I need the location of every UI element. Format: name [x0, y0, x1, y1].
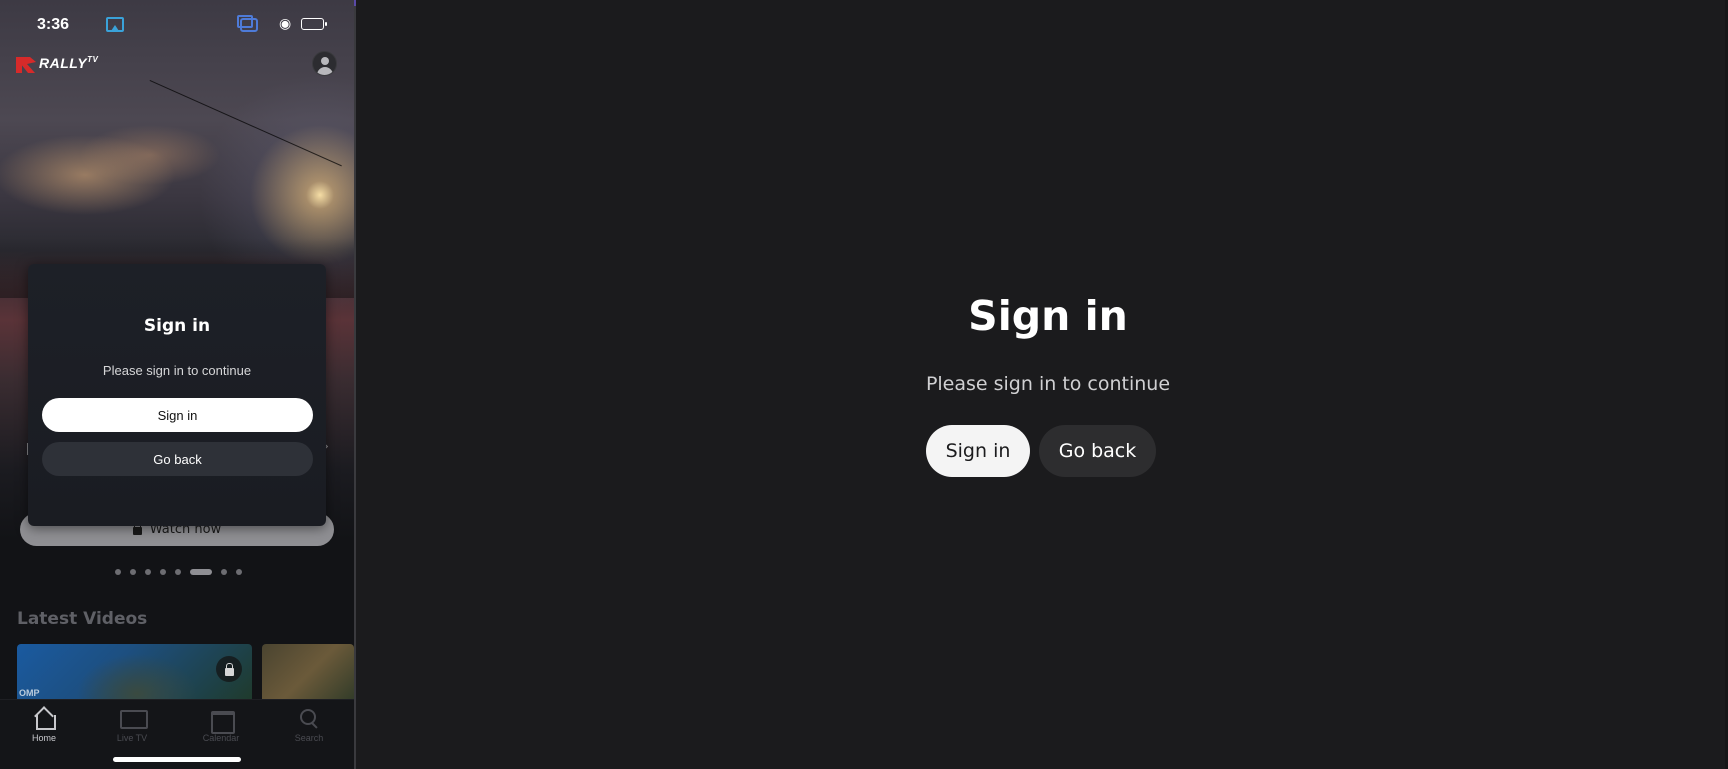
screen: 3:36 ◉ RALLYTV Watch now Latest Videos O…	[0, 0, 1728, 769]
tab-label: Calendar	[202, 733, 240, 743]
home-icon	[34, 708, 56, 730]
battery-charging-icon	[301, 18, 327, 30]
video-thumbnail[interactable]	[262, 644, 354, 704]
sign-in-button[interactable]: Sign in	[42, 398, 313, 432]
sign-in-button[interactable]: Sign in	[926, 425, 1030, 477]
rally-tv-logo[interactable]: RALLYTV	[16, 52, 98, 74]
logo-text: RALLYTV	[39, 55, 98, 71]
tv-icon	[120, 708, 148, 730]
screen-mirror-icon	[237, 15, 258, 32]
carousel-dot[interactable]	[160, 569, 166, 575]
tab-label: Search	[294, 733, 324, 743]
lock-icon	[216, 656, 242, 682]
status-bar: 3:36 ◉	[0, 0, 354, 50]
home-indicator[interactable]	[113, 757, 241, 762]
tab-home[interactable]: Home	[14, 708, 74, 743]
carousel-dot[interactable]	[130, 569, 136, 575]
latest-videos-title: Latest Videos	[17, 609, 148, 629]
carousel-dot-active[interactable]	[190, 569, 212, 575]
logo-word: RALLY	[39, 55, 88, 71]
hero-wire	[149, 80, 342, 167]
tab-search[interactable]: Search	[279, 708, 339, 743]
tab-calendar[interactable]: Calendar	[191, 708, 251, 743]
search-icon	[299, 708, 319, 730]
tab-live-tv[interactable]: Live TV	[102, 708, 162, 743]
tab-label: Home	[31, 733, 56, 743]
profile-icon[interactable]	[312, 51, 337, 76]
go-back-button[interactable]: Go back	[42, 442, 313, 476]
carousel-dot[interactable]	[115, 569, 121, 575]
video-thumbnail[interactable]: OMP	[17, 644, 252, 704]
carousel-dot[interactable]	[236, 569, 242, 575]
lock-icon	[132, 522, 142, 535]
calendar-icon	[211, 708, 235, 734]
carousel-dot[interactable]	[145, 569, 151, 575]
go-back-button[interactable]: Go back	[1039, 425, 1156, 477]
status-time: 3:36	[37, 16, 70, 33]
logo-sub: TV	[87, 55, 99, 64]
tab-label: Live TV	[116, 733, 148, 743]
wifi-icon: ◉	[279, 16, 292, 32]
carousel-dots[interactable]	[115, 569, 242, 575]
thumbnail-logo: OMP	[19, 688, 40, 698]
carousel-dot[interactable]	[221, 569, 227, 575]
desktop-signin-panel: Sign in Please sign in to continue Sign …	[356, 0, 1728, 769]
sign-in-modal: Sign in Please sign in to continue Sign …	[28, 264, 326, 526]
page-subtitle: Please sign in to continue	[925, 373, 1171, 395]
airplay-icon	[106, 17, 124, 32]
modal-title: Sign in	[143, 316, 211, 336]
carousel-dot[interactable]	[175, 569, 181, 575]
rally-logo-mark-icon	[16, 57, 36, 73]
phone-panel: 3:36 ◉ RALLYTV Watch now Latest Videos O…	[0, 0, 354, 769]
page-title: Sign in	[968, 292, 1128, 340]
modal-subtitle: Please sign in to continue	[102, 363, 252, 378]
